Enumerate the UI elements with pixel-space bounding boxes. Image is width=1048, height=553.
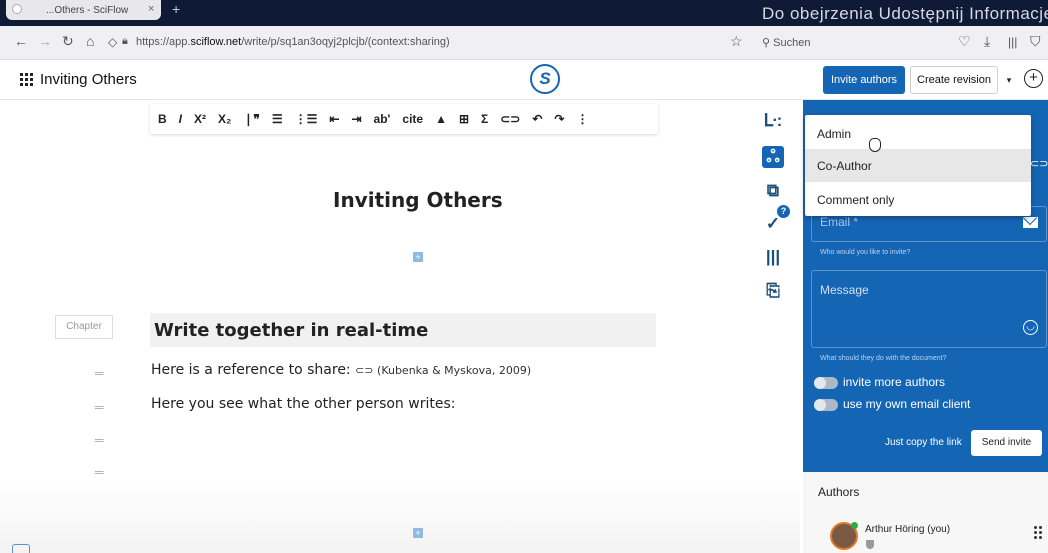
- paragraph-handle-icon[interactable]: ═: [95, 433, 104, 447]
- authors-title: Authors: [818, 485, 860, 499]
- editor-bottom-area: [0, 480, 800, 553]
- own-email-client-toggle[interactable]: [814, 399, 838, 411]
- lock-icon[interactable]: 🔒︎: [122, 35, 128, 48]
- video-overlay-text: Do obejrzenia Udostępnij Informacje: [762, 4, 1048, 23]
- message-field[interactable]: Message: [811, 270, 1047, 348]
- section-title[interactable]: Write together in real-time: [154, 320, 428, 341]
- formula-button[interactable]: Σ: [481, 112, 488, 126]
- url-bar[interactable]: https://app.sciflow.net/write/p/sq1an3oq…: [136, 36, 450, 48]
- shield-icon[interactable]: ◇: [108, 35, 117, 49]
- role-option-co-author[interactable]: Co-Author: [805, 149, 1031, 182]
- emoji-icon[interactable]: ◡: [1023, 320, 1038, 335]
- document-icon[interactable]: ⎘: [762, 280, 784, 302]
- reload-icon[interactable]: ↻: [62, 33, 74, 50]
- document-heading[interactable]: Inviting Others: [333, 188, 503, 212]
- superscript-button[interactable]: X²: [194, 112, 206, 126]
- library-icon[interactable]: |||: [762, 246, 784, 268]
- drag-handle-icon[interactable]: [1034, 526, 1042, 539]
- paragraph-text[interactable]: Here you see what the other person write…: [151, 396, 455, 412]
- back-icon[interactable]: ←: [14, 33, 28, 49]
- help-badge-icon[interactable]: ?: [777, 205, 790, 218]
- subscript-button[interactable]: X₂: [218, 112, 231, 126]
- library-icon[interactable]: |||: [1008, 35, 1017, 49]
- bullet-list-button[interactable]: ☰: [272, 112, 283, 126]
- sciflow-logo[interactable]: S: [530, 64, 560, 94]
- search-icon: ⚲: [762, 37, 774, 49]
- editor-toolbar: B I X² X₂ ❘❞ ☰ ⋮☰ ⇤ ⇥ ab' cite ▲ ⊞ Σ ⊂⊃ …: [150, 104, 658, 134]
- insert-plus-icon[interactable]: +: [413, 528, 423, 538]
- apps-grid-icon[interactable]: [20, 73, 33, 86]
- app-header: Inviting Others S Invite authors Create …: [0, 60, 1048, 100]
- invite-more-toggle[interactable]: [814, 377, 838, 389]
- undo-button[interactable]: ↶: [532, 112, 542, 126]
- role-option-admin[interactable]: Admin: [805, 117, 1031, 150]
- numbered-list-button[interactable]: ⋮☰: [295, 112, 318, 126]
- chevron-down-icon[interactable]: ▾: [1000, 66, 1018, 94]
- users-icon[interactable]: ஃ: [762, 146, 784, 168]
- structure-icon[interactable]: ᒷ:: [762, 110, 784, 132]
- pocket-icon[interactable]: ♡: [958, 33, 971, 50]
- more-options-button[interactable]: ⋮: [576, 112, 588, 126]
- role-dropdown-menu: Admin Co-Author Comment only: [805, 115, 1031, 216]
- bookmark-star-icon[interactable]: ☆: [730, 33, 743, 50]
- invite-more-label: invite more authors: [843, 375, 946, 389]
- add-circle-icon[interactable]: +: [1024, 69, 1043, 88]
- redo-button[interactable]: ↷: [554, 112, 564, 126]
- chapter-label: Chapter: [55, 315, 113, 339]
- cite-button[interactable]: cite: [402, 112, 423, 126]
- home-icon[interactable]: ⌂: [86, 33, 94, 49]
- email-hint: Who would you like to invite?: [820, 249, 911, 256]
- indent-button[interactable]: ⇥: [351, 112, 361, 126]
- create-revision-button[interactable]: Create revision: [910, 66, 998, 94]
- paragraph-handle-icon[interactable]: ═: [95, 366, 104, 380]
- copy-link-button[interactable]: Just copy the link: [885, 437, 962, 448]
- browser-search-input[interactable]: ⚲ Suchen: [752, 31, 942, 55]
- paragraph-handle-icon[interactable]: ═: [95, 465, 104, 479]
- paragraph-handle-icon[interactable]: ═: [95, 400, 104, 414]
- browser-nav-bar: ← → ↻ ⌂ ◇ 🔒︎ https://app.sciflow.net/wri…: [0, 26, 1048, 60]
- author-name: Arthur Höring (you): [865, 524, 951, 535]
- download-icon[interactable]: ⤓: [984, 33, 990, 50]
- insert-plus-icon[interactable]: +: [413, 252, 423, 262]
- new-tab-icon[interactable]: +: [172, 1, 180, 17]
- copy-icon[interactable]: ⧉: [762, 180, 784, 202]
- tab-title: ...Others - SciFlow: [46, 5, 129, 16]
- role-shield-icon: [866, 540, 874, 549]
- message-hint: What should they do with the document?: [820, 355, 947, 362]
- paragraph-reference[interactable]: Here is a reference to share: ⊂⊃ (Kubenk…: [151, 362, 531, 378]
- corner-widget-icon[interactable]: [12, 544, 30, 553]
- role-option-comment-only[interactable]: Comment only: [805, 183, 1031, 216]
- mail-icon: [1023, 217, 1038, 228]
- document-title: Inviting Others: [40, 71, 137, 88]
- forward-icon[interactable]: →: [38, 33, 52, 49]
- italic-button[interactable]: I: [179, 112, 182, 126]
- invite-authors-button[interactable]: Invite authors: [823, 66, 905, 94]
- link-button[interactable]: ⊂⊃: [500, 112, 520, 126]
- table-button[interactable]: ⊞: [459, 112, 469, 126]
- footnote-button[interactable]: ab': [374, 112, 391, 126]
- favicon-icon: [12, 4, 22, 14]
- own-email-client-label: use my own email client: [843, 397, 971, 411]
- send-invite-button[interactable]: Send invite: [971, 430, 1042, 456]
- quote-button[interactable]: ❘❞: [243, 112, 260, 126]
- online-status-icon: [851, 522, 858, 529]
- outdent-button[interactable]: ⇤: [329, 112, 339, 126]
- browser-tab[interactable]: ...Others - SciFlow: [6, 0, 161, 20]
- tab-close-icon[interactable]: ×: [148, 3, 154, 15]
- hand-cursor-icon: [869, 138, 881, 152]
- link-icon[interactable]: ⊂⊃: [1030, 157, 1048, 170]
- privacy-shield-icon[interactable]: ⛉: [1030, 33, 1041, 50]
- bold-button[interactable]: B: [158, 112, 167, 126]
- citation-reference[interactable]: ⊂⊃ (Kubenka & Myskova, 2009): [355, 364, 531, 377]
- image-button[interactable]: ▲: [435, 112, 447, 126]
